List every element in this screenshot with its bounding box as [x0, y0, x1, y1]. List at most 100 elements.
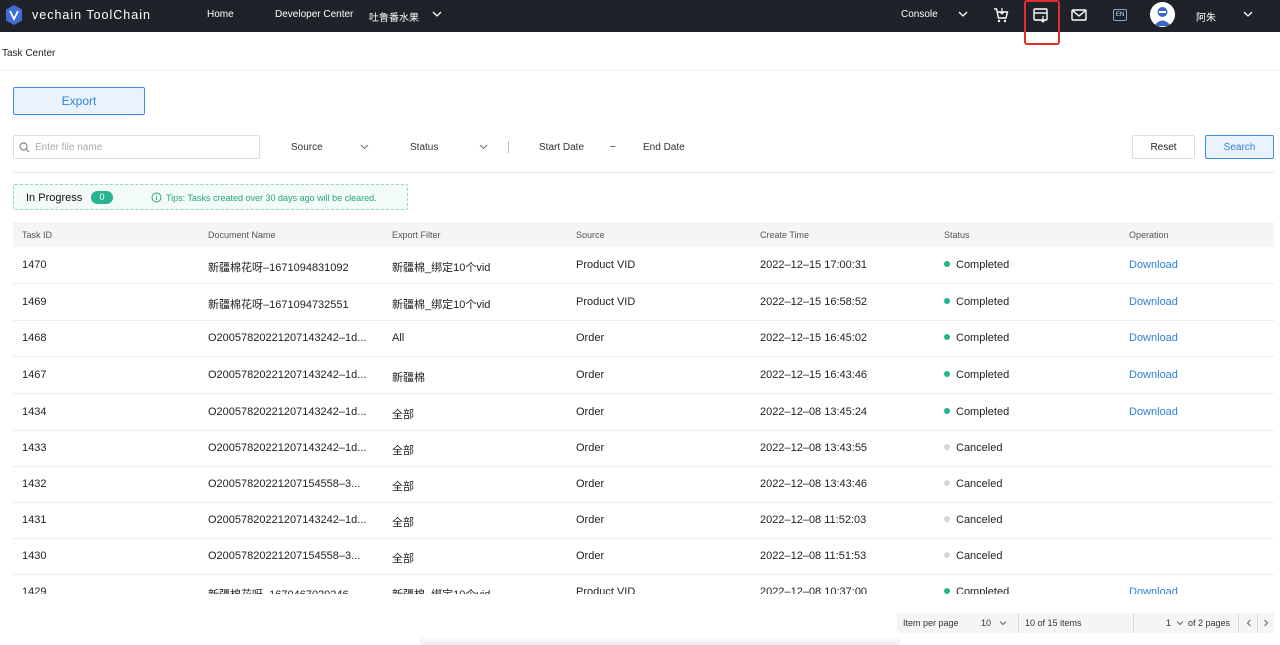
download-link[interactable]: Download [1129, 369, 1178, 381]
table-row: 1432 O20057820221207154558–3... 全部 Order 202… [13, 467, 1274, 503]
cart-icon[interactable] [992, 6, 1010, 24]
status-text: Canceled [956, 550, 1003, 562]
page-chevron-down-icon[interactable] [1175, 618, 1185, 628]
cell-document-name: 新疆棉花呀–1671094732551 [208, 299, 349, 311]
cell-status: Completed [944, 586, 1009, 594]
cell-source: Order [576, 478, 605, 490]
status-text: Completed [956, 259, 1010, 271]
status-dot-icon [944, 444, 950, 450]
avatar[interactable] [1150, 2, 1175, 27]
cell-status: Completed [944, 259, 1009, 271]
cell-document-name: 新疆棉花呀–1671094831092 [208, 262, 349, 274]
end-date-input[interactable]: End Date [643, 142, 685, 153]
start-date-input[interactable]: Start Date [539, 142, 584, 153]
cell-export-filter: 全部 [392, 517, 414, 529]
status-dot-icon [944, 334, 950, 340]
user-name[interactable]: 阿朱 [1196, 9, 1216, 24]
download-link[interactable]: Download [1129, 332, 1178, 344]
in-progress-banner: In Progress 0 Tips: Tasks created over 3… [13, 184, 408, 210]
org-selector[interactable]: 吐鲁番水果 [369, 9, 419, 24]
cell-task-id: 1431 [22, 514, 47, 526]
console-chevron-down-icon[interactable] [957, 8, 969, 20]
column-header-status: Status [944, 230, 970, 240]
download-link[interactable]: Download [1129, 296, 1178, 308]
source-chevron-down-icon[interactable] [359, 141, 370, 152]
language-switch[interactable]: EN [1113, 9, 1127, 21]
status-text: Completed [956, 296, 1010, 308]
cell-create-time: 2022–12–08 13:43:55 [760, 442, 868, 454]
task-table: 1470 新疆棉花呀–1671094831092 新疆棉_绑定10个vid Produ… [13, 247, 1274, 594]
cell-export-filter: All [392, 332, 405, 344]
status-chevron-down-icon[interactable] [478, 141, 489, 152]
download-link[interactable]: Download [1129, 259, 1178, 271]
nav-developer-center-link[interactable]: Developer Center [275, 9, 353, 20]
column-header-operation: Operation [1129, 230, 1169, 240]
cell-document-name: O20057820221207154558–3... [208, 550, 361, 562]
cell-source: Order [576, 442, 605, 454]
download-link[interactable]: Download [1129, 586, 1178, 594]
top-navbar: vechain ToolChain Home Developer Center … [0, 0, 1280, 32]
prev-page-chevron-left-icon[interactable] [1244, 618, 1254, 628]
cell-status: Completed [944, 332, 1009, 344]
cell-task-id: 1432 [22, 478, 47, 490]
console-menu[interactable]: Console [901, 9, 938, 20]
search-input[interactable]: Enter file name [13, 135, 260, 159]
org-chevron-down-icon[interactable] [431, 8, 443, 20]
cell-create-time: 2022–12–15 16:43:46 [760, 369, 868, 381]
status-select[interactable]: Status [410, 142, 438, 153]
items-per-page-label: Item per page [903, 618, 959, 628]
items-per-page-select[interactable]: 10 [981, 618, 991, 628]
info-icon [151, 192, 162, 203]
status-dot-icon [944, 298, 950, 304]
date-range-separator: – [610, 141, 616, 152]
cell-source: Order [576, 369, 605, 381]
search-button[interactable]: Search [1205, 135, 1274, 159]
divider [1257, 613, 1258, 633]
table-row: 1467 O20057820221207143242–1d... 新疆棉 Order 2… [13, 357, 1274, 394]
divider [1133, 613, 1134, 633]
cell-document-name: O20057820221207143242–1d... [208, 369, 367, 381]
cell-document-name: 新疆棉花呀–1670467020246 [208, 586, 349, 594]
cell-task-id: 1429 [22, 586, 47, 594]
divider [0, 70, 1280, 71]
export-button[interactable]: Export [13, 87, 145, 115]
cell-status: Completed [944, 369, 1009, 381]
status-dot-icon [944, 588, 950, 594]
brand-name[interactable]: vechain ToolChain [32, 8, 151, 22]
reset-button[interactable]: Reset [1132, 135, 1195, 159]
column-header-export-filter: Export Filter [392, 230, 441, 240]
download-link[interactable]: Download [1129, 406, 1178, 418]
tips-text: Tips: Tasks created over 30 days ago wil… [166, 193, 377, 203]
cell-export-filter: 全部 [392, 445, 414, 457]
cell-source: Order [576, 406, 605, 418]
per-page-chevron-down-icon[interactable] [998, 618, 1008, 628]
cell-status: Canceled [944, 514, 1002, 526]
user-chevron-down-icon[interactable] [1242, 8, 1254, 20]
cell-create-time: 2022–12–08 10:37:00 [760, 586, 868, 594]
table-row: 1468 O20057820221207143242–1d... All Order 2… [13, 321, 1274, 357]
cell-source: Order [576, 550, 605, 562]
nav-home-link[interactable]: Home [207, 9, 234, 20]
filter-divider [508, 141, 509, 153]
mail-icon[interactable] [1070, 6, 1088, 24]
source-select[interactable]: Source [291, 142, 323, 153]
status-text: Completed [956, 406, 1010, 418]
divider [1238, 613, 1239, 633]
cell-document-name: O20057820221207143242–1d... [208, 406, 367, 418]
status-text: Canceled [956, 514, 1003, 526]
divider [1018, 613, 1019, 633]
status-dot-icon [944, 480, 950, 486]
next-page-chevron-right-icon[interactable] [1261, 618, 1271, 628]
cell-document-name: O20057820221207154558–3... [208, 478, 361, 490]
cell-status: Completed [944, 406, 1009, 418]
status-dot-icon [944, 261, 950, 267]
status-dot-icon [944, 371, 950, 377]
cell-status: Canceled [944, 442, 1002, 454]
vechain-logo-icon[interactable] [5, 5, 23, 25]
total-pages-text: of 2 pages [1188, 618, 1231, 628]
in-progress-label: In Progress [26, 192, 83, 204]
cell-task-id: 1470 [22, 259, 47, 271]
scroll-shadow [420, 636, 900, 645]
table-row: 1433 O20057820221207143242–1d... 全部 Order 20… [13, 431, 1274, 467]
current-page-select[interactable]: 1 [1166, 618, 1171, 628]
